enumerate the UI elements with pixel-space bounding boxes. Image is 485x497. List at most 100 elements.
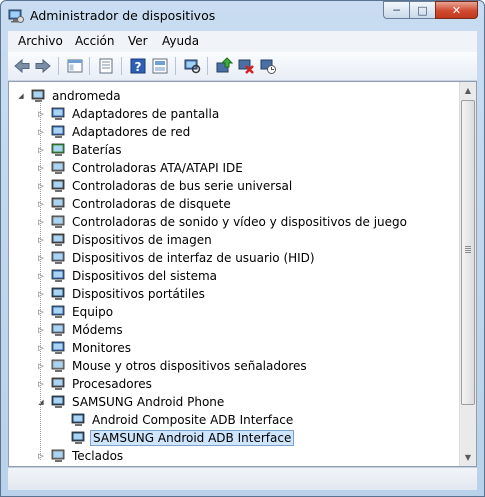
forward-arrow-icon[interactable] — [34, 57, 52, 75]
expand-arrow-icon[interactable]: ▷ — [37, 452, 45, 460]
network-adapter-icon — [51, 124, 67, 140]
tree-item-label: andromeda — [52, 89, 121, 103]
collapse-arrow-icon[interactable]: ◢ — [17, 92, 25, 100]
close-button[interactable]: ✕ — [435, 1, 478, 19]
sound-icon — [51, 214, 67, 230]
tree-item-label: Android Composite ADB Interface — [92, 413, 294, 427]
adb-interface-icon — [71, 412, 87, 428]
show-hidden-icon[interactable] — [151, 57, 169, 75]
expand-arrow-icon[interactable]: ▷ — [37, 326, 45, 334]
tree-item-label: Controladoras de bus serie universal — [72, 179, 293, 193]
vertical-scrollbar[interactable]: ▲ ▼ — [459, 82, 476, 466]
battery-icon — [51, 142, 67, 158]
keyboard-icon — [51, 448, 67, 464]
menu-bar: Archivo Acción Ver Ayuda — [8, 31, 477, 53]
tree-item-label: Teclados — [72, 449, 124, 463]
expand-arrow-icon[interactable]: ▷ — [37, 344, 45, 352]
expand-arrow-icon[interactable]: ▷ — [37, 146, 45, 154]
uninstall-icon[interactable] — [237, 57, 255, 75]
tree-item-label: Módems — [72, 323, 123, 337]
tree-item-label: Mouse y otros dispositivos señaladores — [72, 359, 307, 373]
minimize-icon: ─ — [393, 3, 400, 17]
svg-text:?: ? — [135, 60, 142, 74]
tree-item-label: Baterías — [72, 143, 122, 157]
expand-arrow-icon[interactable]: ▷ — [37, 308, 45, 316]
console-tree-icon[interactable] — [66, 57, 84, 75]
expand-arrow-icon[interactable]: ▷ — [37, 290, 45, 298]
expand-arrow-icon[interactable]: ▷ — [37, 128, 45, 136]
tree-item-label: SAMSUNG Android ADB Interface — [90, 430, 295, 446]
scroll-thumb[interactable] — [461, 100, 475, 405]
tree-item-label: Controladoras de disquete — [72, 197, 231, 211]
device-tree[interactable]: ◢ andromeda ▷ Adaptadores de pantalla ▷ Adapt… — [8, 81, 477, 467]
menu-archivo[interactable]: Archivo — [18, 34, 63, 48]
tree-connector — [40, 101, 41, 461]
expand-arrow-icon[interactable]: ▷ — [37, 236, 45, 244]
toolbar-separator — [121, 57, 122, 75]
expand-arrow-icon[interactable]: ▷ — [37, 164, 45, 172]
title-bar[interactable]: Administrador de dispositivos ─ □ ✕ — [1, 1, 484, 31]
scroll-up-button[interactable]: ▲ — [460, 82, 476, 99]
floppy-controller-icon — [51, 196, 67, 212]
scroll-down-button[interactable]: ▼ — [460, 449, 476, 466]
collapse-arrow-icon[interactable]: ◢ — [37, 398, 45, 406]
processor-icon — [51, 376, 67, 392]
expand-arrow-icon[interactable]: ▷ — [37, 380, 45, 388]
device-manager-icon — [8, 9, 24, 23]
toolbar-separator — [175, 57, 176, 75]
maximize-button[interactable]: □ — [409, 1, 435, 19]
expand-arrow-icon[interactable]: ▷ — [37, 110, 45, 118]
chevron-down-icon: ▼ — [464, 453, 472, 462]
phone-device-icon — [51, 394, 67, 410]
status-bar — [8, 467, 477, 490]
close-icon: ✕ — [451, 3, 462, 17]
monitor-icon — [51, 340, 67, 356]
tree-item-label: Dispositivos portátiles — [72, 287, 205, 301]
expand-arrow-icon[interactable]: ▷ — [37, 254, 45, 262]
tree-item-label: Controladoras ATA/ATAPI IDE — [72, 161, 243, 175]
help-icon[interactable]: ? — [129, 57, 147, 75]
tree-item-label: Controladoras de sonido y vídeo y dispos… — [72, 215, 407, 229]
modem-icon — [51, 322, 67, 338]
toolbar: ? — [8, 52, 477, 81]
ide-controller-icon — [51, 160, 67, 176]
mouse-icon — [51, 358, 67, 374]
toolbar-separator — [58, 57, 59, 75]
scan-device-icon[interactable] — [183, 57, 201, 75]
expand-arrow-icon[interactable]: ▷ — [37, 200, 45, 208]
tree-item-label: Dispositivos de interfaz de usuario (HID… — [72, 251, 315, 265]
tree-item-label: Procesadores — [72, 377, 152, 391]
maximize-icon: □ — [417, 3, 428, 17]
adb-interface-icon — [71, 430, 87, 446]
portable-device-icon — [51, 286, 67, 302]
minimize-button[interactable]: ─ — [383, 1, 409, 19]
computer-icon — [51, 304, 67, 320]
window-title: Administrador de dispositivos — [30, 8, 216, 23]
expand-arrow-icon[interactable]: ▷ — [37, 182, 45, 190]
back-arrow-icon[interactable] — [13, 57, 31, 75]
menu-accion[interactable]: Acción — [75, 34, 114, 48]
toolbar-separator — [207, 57, 208, 75]
tree-item-label: Adaptadores de pantalla — [72, 107, 220, 121]
system-device-icon — [51, 268, 67, 284]
expand-arrow-icon[interactable]: ▷ — [37, 218, 45, 226]
expand-arrow-icon[interactable]: ▷ — [37, 362, 45, 370]
hid-icon — [51, 250, 67, 266]
tree-item-label: SAMSUNG Android Phone — [72, 395, 225, 409]
update-driver-icon[interactable] — [215, 57, 233, 75]
display-adapter-icon — [51, 106, 67, 122]
properties-icon[interactable] — [97, 57, 115, 75]
expand-arrow-icon[interactable]: ▷ — [37, 272, 45, 280]
tree-item-label: Monitores — [72, 341, 131, 355]
scan-hardware-icon[interactable] — [259, 57, 277, 75]
tree-item-label: Adaptadores de red — [72, 125, 191, 139]
grip-icon — [465, 246, 471, 254]
tree-item-label: Equipo — [72, 305, 114, 319]
tree-item-label: Dispositivos del sistema — [72, 269, 218, 283]
tree-item-label: Dispositivos de imagen — [72, 233, 212, 247]
camera-icon — [51, 232, 67, 248]
toolbar-separator — [89, 57, 90, 75]
chevron-up-icon: ▲ — [464, 86, 472, 95]
menu-ver[interactable]: Ver — [128, 34, 148, 48]
menu-ayuda[interactable]: Ayuda — [162, 34, 199, 48]
